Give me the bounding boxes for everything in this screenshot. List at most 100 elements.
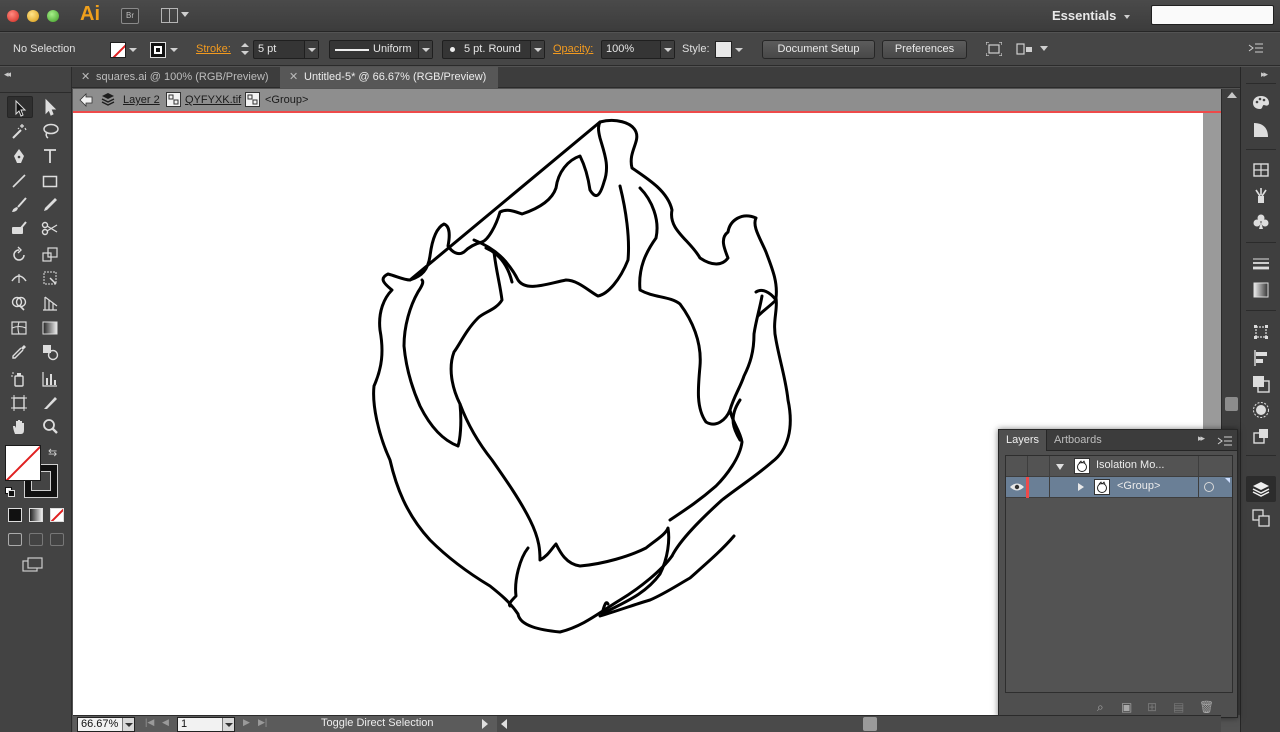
profile-dropdown[interactable] [418,41,432,58]
brush-dropdown[interactable] [530,41,544,58]
horizontal-scrollbar[interactable] [497,716,1221,732]
trash-icon[interactable]: 🗑 [1199,700,1214,714]
blend-tool[interactable] [38,341,64,363]
transform-panel-icon[interactable] [1251,322,1271,342]
perspective-grid-tool[interactable] [38,292,64,314]
breadcrumb-layer[interactable]: Layer 2 [123,93,160,107]
scroll-up-icon[interactable] [1227,92,1237,98]
blob-brush-tool[interactable] [7,217,33,239]
gradient-mode-button[interactable] [29,508,43,522]
slice-tool[interactable] [38,392,64,414]
vertical-scroll-thumb[interactable] [1225,397,1238,411]
magic-wand-tool[interactable] [7,120,33,142]
transform-options-button[interactable] [1016,42,1048,56]
create-sublayer-icon[interactable]: ⊞ [1147,700,1157,714]
color-guide-icon[interactable] [1251,120,1271,140]
artboards-panel-icon[interactable] [1251,508,1271,528]
stroke-weight-field[interactable]: 5 pt [253,40,319,59]
close-window-button[interactable] [7,10,19,22]
help-search-input[interactable] [1151,5,1274,25]
stroke-dropdown[interactable] [168,40,180,59]
width-tool[interactable] [7,267,33,289]
rotate-tool[interactable] [7,244,33,266]
variable-width-profile[interactable]: Uniform [329,40,433,59]
previous-artboard-icon[interactable]: ◀ [162,717,169,728]
workspace-switcher[interactable]: Essentials [1052,8,1131,23]
symbols-club-icon[interactable] [1251,212,1271,232]
stroke-weight-stepper[interactable] [238,40,252,59]
expand-dock-icon[interactable]: ▸▸ [1261,69,1268,80]
layer-row-group[interactable]: <Group> [1006,477,1232,498]
collapse-panel-icon[interactable]: ▸▸ [1198,433,1205,444]
stroke-panel-link[interactable]: Stroke: [196,40,231,59]
brush-definition[interactable]: 5 pt. Round [442,40,545,59]
zoom-dropdown[interactable] [122,718,134,731]
fill-proxy-front[interactable] [5,445,41,481]
visibility-toggle[interactable] [1006,456,1028,477]
none-mode-button[interactable] [50,508,64,522]
expand-triangle-icon[interactable] [1078,483,1084,491]
go-to-bridge-button[interactable]: Br [121,8,139,24]
first-artboard-icon[interactable]: |◀ [145,717,154,728]
rectangle-tool[interactable] [38,170,64,192]
lock-toggle[interactable] [1028,456,1050,477]
brushes-icon[interactable] [1251,186,1271,206]
control-panel-menu-button[interactable] [1248,42,1264,56]
locate-object-icon[interactable]: ⌕ [1097,700,1104,715]
create-layer-icon[interactable]: ▤ [1173,700,1184,714]
scissors-tool[interactable] [38,217,64,239]
expand-triangle-icon[interactable] [1056,464,1064,470]
layers-dock-button[interactable] [1246,476,1276,502]
tab-artboards[interactable]: Artboards [1047,430,1109,451]
gradient-tool[interactable] [38,317,64,339]
eyedropper-tool[interactable] [7,341,33,363]
collapse-panel-icon[interactable]: ◂◂ [4,69,11,80]
fill-swatch[interactable] [110,42,126,58]
close-tab-icon[interactable]: ✕ [81,67,90,87]
minimize-window-button[interactable] [27,10,39,22]
visibility-toggle[interactable] [1006,477,1028,498]
color-mode-button[interactable] [8,508,22,522]
graphic-style-swatch[interactable] [715,41,732,58]
opacity-panel-link[interactable]: Opacity: [553,40,593,59]
shape-builder-tool[interactable] [7,292,33,314]
artboard-dropdown[interactable] [222,718,234,731]
zoom-tool[interactable] [38,416,64,438]
layer-row-isolation[interactable]: Isolation Mo... [1006,456,1232,477]
graphic-styles-icon[interactable] [1251,426,1271,446]
breadcrumb-image[interactable]: QYFYXK.tif [185,93,241,107]
tab-squares[interactable]: ✕ squares.ai @ 100% (RGB/Preview) [72,67,280,88]
column-graph-tool[interactable] [38,368,64,390]
tab-layers[interactable]: Layers [999,430,1048,451]
draw-normal-button[interactable] [8,533,22,546]
pen-tool[interactable] [7,145,33,167]
pencil-tool[interactable] [38,194,64,216]
close-tab-icon[interactable]: ✕ [289,67,298,87]
document-setup-button[interactable]: Document Setup [762,40,875,59]
default-colors-icon[interactable] [5,487,15,497]
align-panel-icon[interactable] [1251,348,1271,368]
type-tool[interactable] [38,145,64,167]
last-artboard-icon[interactable]: ▶| [258,717,267,728]
zoom-level-field[interactable]: 66.67% [77,717,135,732]
stroke-weight-dropdown[interactable] [304,41,318,58]
artboard-tool[interactable] [7,392,33,414]
preferences-button[interactable]: Preferences [882,40,967,59]
make-clipping-mask-icon[interactable]: ▣ [1121,700,1132,714]
paintbrush-tool[interactable] [7,194,33,216]
direct-selection-tool[interactable] [38,96,64,118]
change-screen-mode-button[interactable] [22,557,44,573]
selection-tool[interactable] [7,96,33,118]
arrange-documents-button[interactable] [161,8,189,24]
draw-inside-button[interactable] [50,533,64,546]
back-arrow-icon[interactable] [79,93,93,107]
stroke-swatch[interactable] [150,42,166,58]
next-artboard-icon[interactable]: ▶ [243,717,250,728]
horizontal-scroll-thumb[interactable] [863,717,877,731]
hand-tool[interactable] [7,416,33,438]
status-menu-arrow-icon[interactable] [482,719,488,729]
opacity-dropdown[interactable] [660,41,674,58]
scale-tool[interactable] [38,244,64,266]
lasso-tool[interactable] [38,120,64,142]
swatches-icon[interactable] [1251,160,1271,180]
